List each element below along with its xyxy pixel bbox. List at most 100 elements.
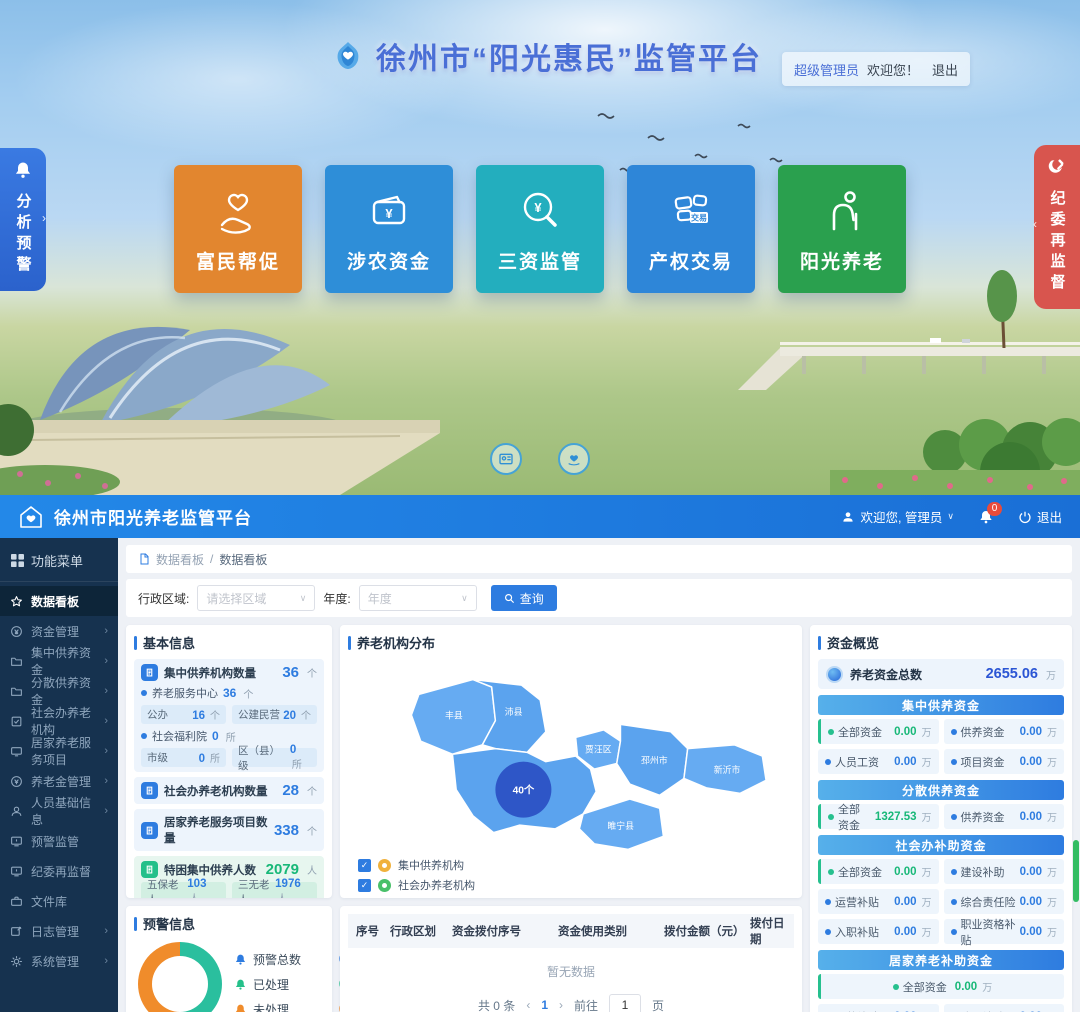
sidebar-item-warning-supervision[interactable]: 预警监管 (0, 826, 118, 856)
year-select[interactable]: 年度 ∨ (359, 585, 477, 611)
header-actions: 欢迎您, 管理员 ∨ 0 退出 (841, 507, 1062, 526)
sidebar-item-system-mgmt[interactable]: 系统管理 › (0, 946, 118, 976)
col-index: 序号 (348, 923, 382, 939)
page-unit-label: 页 (652, 997, 664, 1012)
legend-home-care-projects: ✓ 居家养老服务项目 (358, 897, 794, 898)
id-card-dot[interactable] (490, 443, 522, 475)
wallet-yuan-icon: ¥ (362, 184, 416, 238)
region-filter-label: 行政区域: (138, 590, 189, 607)
sidebar-item-log-mgmt[interactable]: 日志管理 › (0, 916, 118, 946)
sidebar-item-data-board[interactable]: 数据看板 (0, 586, 118, 616)
bell-icon (234, 1003, 247, 1012)
dashboard-body: 功能菜单 数据看板 资金管理 › 集中供养资金 › (0, 538, 1080, 1012)
page-number[interactable]: 1 (541, 998, 548, 1012)
bell-icon (13, 160, 33, 180)
sidebar-item-label: 资金管理 (31, 623, 79, 640)
query-button[interactable]: 查询 (491, 585, 557, 611)
hero-tiles: 富民帮促 ¥ 涉农资金 ¥ 产权交易 三资监管 (0, 165, 1080, 293)
chevron-down-icon: ∨ (461, 593, 468, 604)
title-bar-accent (134, 636, 137, 650)
breadcrumb: 数据看板 / 数据看板 (126, 545, 1072, 573)
folder-icon (10, 685, 24, 698)
tile-yangguang-yanglao[interactable]: 阳光养老 (778, 165, 906, 293)
chevron-right-icon: › (104, 625, 108, 637)
tile-label: 富民帮促 (196, 247, 280, 274)
sidebar-item-dispersed-support-funds[interactable]: 分散供养资金 › (0, 676, 118, 706)
legend-social-institutions: ✓ 社会办养老机构 (358, 877, 794, 893)
sidebar-menu-title: 功能菜单 (0, 542, 118, 582)
chevron-left-icon: ‹ (1033, 217, 1037, 231)
search-yuan-icon: ¥ (513, 184, 567, 238)
tile-fumin-bangcu[interactable]: 富民帮促 (174, 165, 302, 293)
tile-label: 涉农资金 (347, 247, 431, 274)
col-amount: 拨付金额（元） (656, 923, 742, 939)
alert-screen-icon (10, 865, 24, 878)
platform-logo-icon (328, 36, 368, 76)
sidebar-item-central-support-funds[interactable]: 集中供养资金 › (0, 646, 118, 676)
sidebar-item-label: 文件库 (31, 893, 67, 910)
fund-cell: 职业资格补贴 0.00万 (944, 919, 1065, 944)
doc-badge-icon (141, 664, 158, 681)
tile-chanquan-jiaoyi[interactable]: 交易 产权交易 (627, 165, 755, 293)
chevron-right-icon: › (104, 745, 108, 757)
tile-shenong-zijin[interactable]: ¥ 涉农资金 (325, 165, 453, 293)
analysis-warning-tab[interactable]: 分析预警 › (0, 148, 46, 291)
sidebar-item-jiwei-supervision[interactable]: 纪委再监督 (0, 856, 118, 886)
chip-public: 公办 16 个 (141, 705, 226, 724)
central-support-people-card: 特困集中供养人数 2079 人 五保老人 103 人 三无老人 (134, 856, 324, 898)
logout-button[interactable]: 退出 (1018, 507, 1062, 526)
hero-landing: 徐州市“阳光惠民”监管平台 超级管理员 欢迎您！ 退出 富民帮促 ¥ 涉农资金 (0, 0, 1080, 495)
fund-cell: 供养资金 0.00万 (944, 804, 1065, 829)
col-category: 资金使用类别 (550, 923, 656, 939)
tile-sanzi-jianguan[interactable]: ¥ 产权交易 三资监管 (476, 165, 604, 293)
header-notifications[interactable]: 0 (978, 509, 994, 525)
goto-page-input[interactable] (609, 994, 641, 1012)
header-user-menu[interactable]: 欢迎您, 管理员 ∨ (841, 507, 954, 526)
section-header-dispersed: 分散供养资金 (818, 780, 1064, 800)
region-select[interactable]: 请选择区域 ∨ (197, 585, 315, 611)
hero-logout-button[interactable]: 退出 (932, 60, 958, 79)
checkbox-checked[interactable]: ✓ (358, 859, 371, 872)
welcome-label: 欢迎您！ (867, 60, 919, 79)
grid-icon (11, 554, 24, 567)
fund-cell: 项目资金 0.00万 (944, 749, 1065, 774)
prev-page-button[interactable]: ‹ (526, 998, 530, 1012)
sidebar-item-pension-mgmt[interactable]: 养老金管理 › (0, 766, 118, 796)
next-page-button[interactable]: › (559, 998, 563, 1012)
sidebar-item-personnel-info[interactable]: 人员基础信息 › (0, 796, 118, 826)
warning-info-panel: 预警信息 预警总数 0 条 (126, 906, 332, 1012)
sidebar-item-label: 预警监管 (31, 833, 79, 850)
dashboard-header: 徐州市阳光养老监管平台 欢迎您, 管理员 ∨ 0 退出 (0, 495, 1080, 538)
fund-cell: 入职补贴 0.00万 (818, 919, 939, 944)
welfare-institute-row: 社会福利院 0 所 (141, 728, 317, 744)
scrollbar-thumb[interactable] (1073, 840, 1079, 902)
jiwei-supervision-tab[interactable]: 纪委再监督 ‹ (1034, 145, 1080, 309)
sidebar: 功能菜单 数据看板 资金管理 › 集中供养资金 › (0, 538, 118, 1012)
xuzhou-map[interactable]: 丰县 沛县 贾汪区 邳州市 新沂市 睢宁县 40个 (348, 659, 794, 855)
hero-user-box: 超级管理员 欢迎您！ 退出 (782, 52, 970, 86)
sidebar-item-funds-mgmt[interactable]: 资金管理 › (0, 616, 118, 646)
hand-heart-icon (211, 184, 265, 238)
sidebar-item-social-institutions[interactable]: 社会办养老机构 › (0, 706, 118, 736)
elderly-person-icon (815, 184, 869, 238)
legend-central-institutions: ✓ 集中供养机构 (358, 857, 794, 873)
breadcrumb-root[interactable]: 数据看板 (156, 551, 204, 568)
chevron-right-icon: › (104, 805, 108, 817)
pin-yellow-icon (378, 859, 391, 872)
sidebar-item-file-library[interactable]: 文件库 (0, 886, 118, 916)
checkbox-checked[interactable]: ✓ (358, 879, 371, 892)
doc-badge-icon (141, 822, 158, 839)
heart-care-dot[interactable] (558, 443, 590, 475)
sidebar-item-label: 分散供养资金 (31, 674, 97, 708)
warning-info-title: 预警信息 (134, 914, 324, 933)
svg-text:交易: 交易 (691, 213, 707, 223)
breadcrumb-separator: / (210, 552, 213, 566)
section-header-home-care-subsidy: 居家养老补助资金 (818, 950, 1064, 970)
basic-info-title: 基本信息 (134, 633, 324, 652)
sidebar-item-home-care-projects[interactable]: 居家养老服务项目 › (0, 736, 118, 766)
chip-sanwu-elderly: 三无老人 1976 人 (232, 882, 317, 898)
region-label-xinyi: 新沂市 (714, 764, 741, 775)
total-funds-row: 养老资金总数 2655.06 万 (818, 659, 1064, 689)
document-check-icon (10, 715, 24, 728)
sidebar-item-label: 集中供养资金 (31, 644, 97, 678)
